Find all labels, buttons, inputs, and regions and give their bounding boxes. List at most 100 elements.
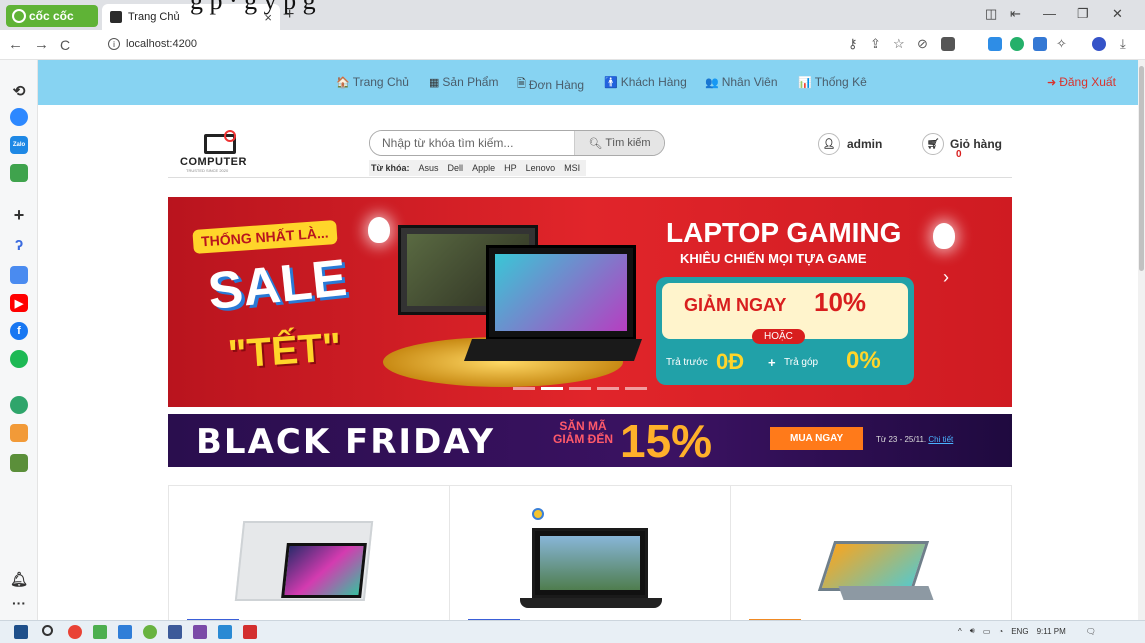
- keyword-link[interactable]: Apple: [472, 163, 495, 173]
- vscode-icon[interactable]: [118, 625, 132, 639]
- black-friday-banner[interactable]: BLACK FRIDAY SĂN MÃ GIẢM ĐẾN 15% MUA NGA…: [168, 414, 1012, 467]
- game-icon[interactable]: [10, 164, 28, 182]
- keyword-link[interactable]: HP: [504, 163, 517, 173]
- extension-pin-icon[interactable]: [1033, 37, 1047, 51]
- pocket-icon[interactable]: ʔ: [10, 236, 28, 254]
- carousel-dot[interactable]: [541, 387, 563, 390]
- search-button-label: Tìm kiếm: [605, 137, 651, 149]
- user-account-link[interactable]: 👤︎ admin: [818, 133, 882, 155]
- tray-expand-icon[interactable]: ^: [958, 627, 962, 636]
- start-icon[interactable]: [14, 625, 28, 639]
- buy-now-button[interactable]: MUA NGAY: [770, 427, 864, 450]
- window-close-icon[interactable]: ✕: [1112, 6, 1123, 22]
- logout-label: Đăng Xuất: [1059, 75, 1116, 89]
- product-card[interactable]: [169, 486, 450, 620]
- add-sidebar-icon[interactable]: +: [10, 205, 28, 225]
- hero-banner[interactable]: THỐNG NHẤT LÀ... SALE "TẾT" LAPTOP GAMIN…: [168, 197, 1012, 407]
- browser-taskbar-icon[interactable]: [143, 625, 157, 639]
- downloads-icon[interactable]: ⤓: [1120, 36, 1126, 52]
- lightbulb-icon: [368, 217, 390, 243]
- nav-nhan-vien[interactable]: 👥 Nhân Viên: [705, 75, 778, 89]
- maximize-icon[interactable]: ❐: [1077, 6, 1089, 22]
- app-taskbar-icon[interactable]: [193, 625, 207, 639]
- battery-icon[interactable]: ▭: [983, 627, 991, 636]
- coccoc-menu-button[interactable]: cốc cốc: [6, 5, 98, 27]
- extension-blue-icon[interactable]: [988, 37, 1002, 51]
- coccoc-taskbar-icon[interactable]: [93, 625, 107, 639]
- volume-icon[interactable]: 🔊︎: [970, 626, 975, 636]
- notifications-icon[interactable]: 🗨︎: [1086, 627, 1096, 636]
- scrollbar-thumb[interactable]: [1139, 66, 1144, 271]
- minimize-icon[interactable]: —: [1043, 6, 1056, 21]
- more-icon[interactable]: ···: [10, 594, 28, 612]
- carousel-next-icon[interactable]: ›: [943, 267, 949, 288]
- profile-avatar-icon[interactable]: [1092, 37, 1106, 51]
- messenger-icon[interactable]: [10, 108, 28, 126]
- page-scrollbar[interactable]: [1138, 60, 1145, 620]
- zalo-icon[interactable]: Zalo: [10, 136, 28, 154]
- youtube-icon[interactable]: ▶: [10, 294, 28, 312]
- coccoc-label: cốc cốc: [29, 9, 74, 23]
- nav-label: Trang Chủ: [352, 75, 409, 89]
- carousel-indicators: [513, 387, 647, 390]
- garden-icon[interactable]: [10, 396, 28, 414]
- nav-don-hang[interactable]: 🗎 Đơn Hàng: [517, 75, 584, 94]
- keywords-label: Từ khóa:: [371, 163, 410, 173]
- translate-icon[interactable]: [10, 266, 28, 284]
- user-icon: 👤︎: [818, 133, 840, 155]
- cart-icon: 🛒︎: [922, 133, 944, 155]
- download-ext-icon[interactable]: [941, 37, 955, 51]
- keyword-link[interactable]: Asus: [419, 163, 439, 173]
- history-icon[interactable]: ⟲: [10, 82, 28, 100]
- carousel-dot[interactable]: [625, 387, 647, 390]
- reload-button[interactable]: C: [60, 37, 70, 53]
- zalo-taskbar-icon[interactable]: [218, 625, 232, 639]
- carousel-dot[interactable]: [597, 387, 619, 390]
- tab-search-icon[interactable]: ⇤: [1010, 6, 1021, 22]
- product-card[interactable]: [450, 486, 731, 620]
- spotify-icon[interactable]: [10, 350, 28, 368]
- logout-link[interactable]: ➜ Đăng Xuất: [1047, 75, 1116, 89]
- extensions-puzzle-icon[interactable]: ✧: [1056, 36, 1067, 52]
- keyword-link[interactable]: Lenovo: [526, 163, 556, 173]
- forward-button[interactable]: →: [34, 36, 49, 53]
- keyword-link[interactable]: Dell: [448, 163, 464, 173]
- language-indicator[interactable]: ENG: [1011, 627, 1028, 636]
- shopping-icon[interactable]: [10, 424, 28, 442]
- carousel-dot[interactable]: [513, 387, 535, 390]
- share-icon[interactable]: ⇪: [870, 36, 881, 52]
- bookmark-star-icon[interactable]: ☆: [893, 36, 905, 52]
- chrome-icon[interactable]: [68, 625, 82, 639]
- site-info-icon[interactable]: i: [108, 38, 120, 50]
- app-taskbar-icon[interactable]: [168, 625, 182, 639]
- nav-san-pham[interactable]: ▦ Sản Phẩm: [429, 75, 498, 89]
- nav-thong-ke[interactable]: 📊 Thống Kê: [798, 75, 867, 89]
- back-button[interactable]: ←: [8, 36, 23, 53]
- facebook-icon[interactable]: f: [10, 322, 28, 340]
- search-input[interactable]: [370, 131, 574, 155]
- key-icon[interactable]: ⚷: [848, 36, 858, 52]
- clock[interactable]: 9:11 PM: [1037, 627, 1066, 636]
- site-logo[interactable]: COMPUTER TRUSTED SINCE 2020: [180, 130, 272, 173]
- product-card[interactable]: [731, 486, 1011, 620]
- network-icon[interactable]: ◔: [998, 627, 1003, 636]
- bf-date-text: Từ 23 - 25/11.: [876, 435, 927, 444]
- notification-bell-icon[interactable]: 🔔︎: [10, 570, 28, 588]
- minecraft-icon[interactable]: [10, 454, 28, 472]
- nav-khach-hang[interactable]: 🚹 Khách Hàng: [604, 75, 687, 89]
- carousel-dot[interactable]: [569, 387, 591, 390]
- wps-icon[interactable]: [243, 625, 257, 639]
- extension-green-icon[interactable]: [1010, 37, 1024, 51]
- search-button[interactable]: 🔍︎ Tìm kiếm: [574, 131, 664, 155]
- cart-link[interactable]: 🛒︎ Giỏ hàng: [922, 133, 1002, 155]
- url-field[interactable]: i localhost:4200: [108, 38, 197, 50]
- angular-favicon-icon: [110, 11, 122, 23]
- shield-icon[interactable]: ⊘: [917, 36, 928, 52]
- keyword-link[interactable]: MSI: [564, 163, 580, 173]
- screenshot-icon[interactable]: ◫: [985, 6, 997, 22]
- bf-details-link[interactable]: Chi tiết: [928, 435, 953, 444]
- taskbar-search-icon[interactable]: [42, 625, 53, 636]
- windows-taskbar: ^ 🔊︎ ▭ ◔ ENG 9:11 PM 🗨︎: [0, 620, 1145, 643]
- nav-label: Khách Hàng: [620, 75, 687, 89]
- nav-trang-chu[interactable]: 🏠 Trang Chủ: [336, 75, 409, 89]
